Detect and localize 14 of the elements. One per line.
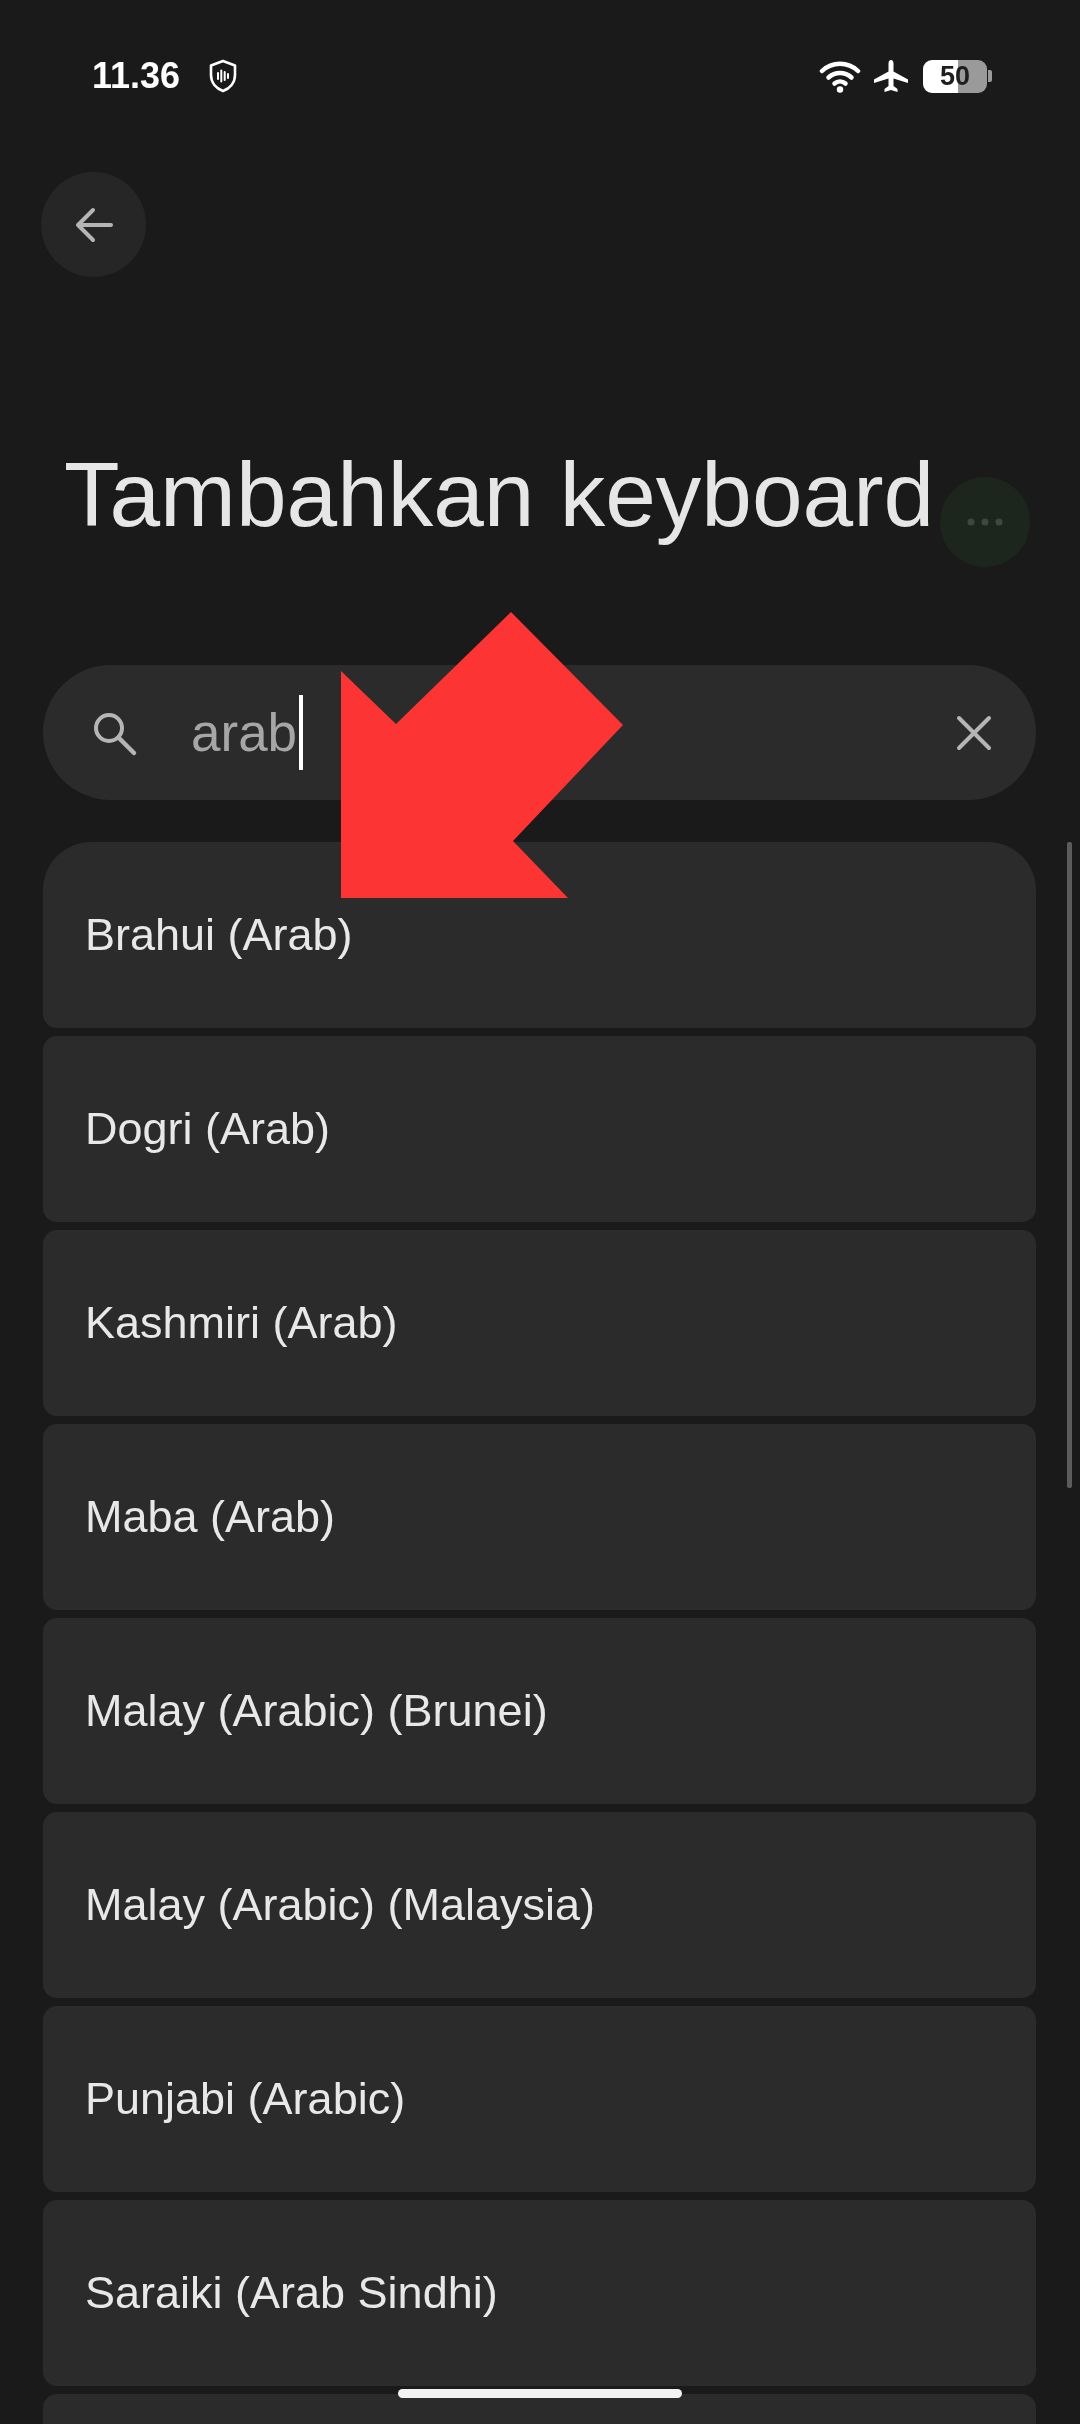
list-item[interactable]: Brahui (Arab) (43, 842, 1036, 1028)
list-item[interactable]: Punjabi (Arabic) (43, 2006, 1036, 2192)
battery-indicator: 50 (923, 59, 992, 93)
list-item[interactable]: Saraiki (Arab Sindhi) (43, 2200, 1036, 2386)
airplane-icon (873, 59, 909, 93)
list-item[interactable]: Malay (Arabic) (Malaysia) (43, 1812, 1036, 1998)
wifi-icon (819, 59, 861, 93)
shield-icon (208, 59, 239, 93)
page-title: Tambahkan keyboard (64, 444, 935, 545)
list-item[interactable]: Dogri (Arab) (43, 1036, 1036, 1222)
list-item[interactable]: Kashmiri (Arab) (43, 1230, 1036, 1416)
list-item[interactable]: Malay (Arabic) (Brunei) (43, 1618, 1036, 1804)
status-time: 11.36 (92, 58, 181, 94)
list-item[interactable]: Maba (Arab) (43, 1424, 1036, 1610)
